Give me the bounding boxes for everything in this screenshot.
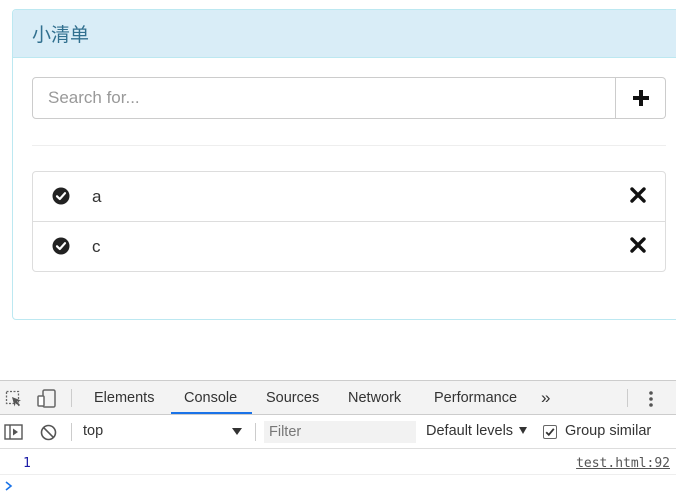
group-similar-checkbox[interactable] bbox=[543, 425, 557, 439]
context-select[interactable]: top bbox=[83, 415, 248, 448]
console-message: 1 test.html:92 bbox=[0, 450, 676, 475]
separator bbox=[255, 423, 256, 441]
console-message-source-link[interactable]: test.html:92 bbox=[576, 456, 670, 471]
active-tab-indicator bbox=[171, 412, 252, 414]
chevron-down-icon bbox=[519, 427, 527, 434]
todo-list: a c bbox=[32, 171, 666, 272]
todo-panel: 小清单 a c bbox=[12, 9, 676, 320]
console-toolbar: top Default levels Group similar bbox=[0, 415, 676, 449]
inspect-element-icon[interactable] bbox=[5, 390, 23, 408]
tab-performance[interactable]: Performance bbox=[434, 381, 517, 415]
log-levels-select[interactable]: Default levels bbox=[426, 415, 513, 448]
list-item-text: a bbox=[92, 186, 102, 206]
checkmark-icon bbox=[545, 428, 555, 437]
tab-console[interactable]: Console bbox=[184, 381, 237, 415]
panel-title: 小清单 bbox=[32, 24, 90, 46]
divider bbox=[32, 145, 666, 146]
check-circle-icon[interactable] bbox=[52, 187, 70, 205]
search-input-group bbox=[32, 77, 666, 119]
list-item: a bbox=[32, 171, 666, 222]
separator bbox=[627, 389, 628, 407]
clear-console-icon[interactable] bbox=[40, 424, 57, 441]
separator bbox=[71, 389, 72, 407]
filter-input[interactable] bbox=[264, 421, 416, 443]
kebab-menu-icon[interactable] bbox=[647, 390, 655, 408]
separator bbox=[71, 423, 72, 441]
tab-network[interactable]: Network bbox=[348, 381, 401, 415]
plus-icon bbox=[632, 90, 649, 106]
add-button[interactable] bbox=[616, 77, 666, 119]
console-message-value: 1 bbox=[23, 456, 31, 471]
search-input[interactable] bbox=[32, 77, 616, 119]
tab-elements[interactable]: Elements bbox=[94, 381, 154, 415]
list-item-text: c bbox=[92, 236, 101, 256]
more-tabs-button[interactable]: » bbox=[541, 381, 550, 415]
devtools: Elements Console Sources Network Perform… bbox=[0, 380, 676, 493]
group-similar-label: Group similar bbox=[565, 423, 652, 439]
devtools-tabbar: Elements Console Sources Network Perform… bbox=[0, 380, 676, 415]
list-item: c bbox=[32, 221, 666, 272]
panel-heading: 小清单 bbox=[13, 10, 676, 58]
device-toolbar-icon[interactable] bbox=[37, 389, 57, 408]
check-circle-icon[interactable] bbox=[52, 237, 70, 255]
show-sidebar-icon[interactable] bbox=[4, 424, 23, 440]
console-prompt-icon[interactable] bbox=[3, 480, 15, 492]
remove-icon[interactable] bbox=[630, 237, 646, 253]
tab-sources[interactable]: Sources bbox=[266, 381, 319, 415]
chevron-down-icon bbox=[232, 428, 242, 435]
remove-icon[interactable] bbox=[630, 187, 646, 203]
